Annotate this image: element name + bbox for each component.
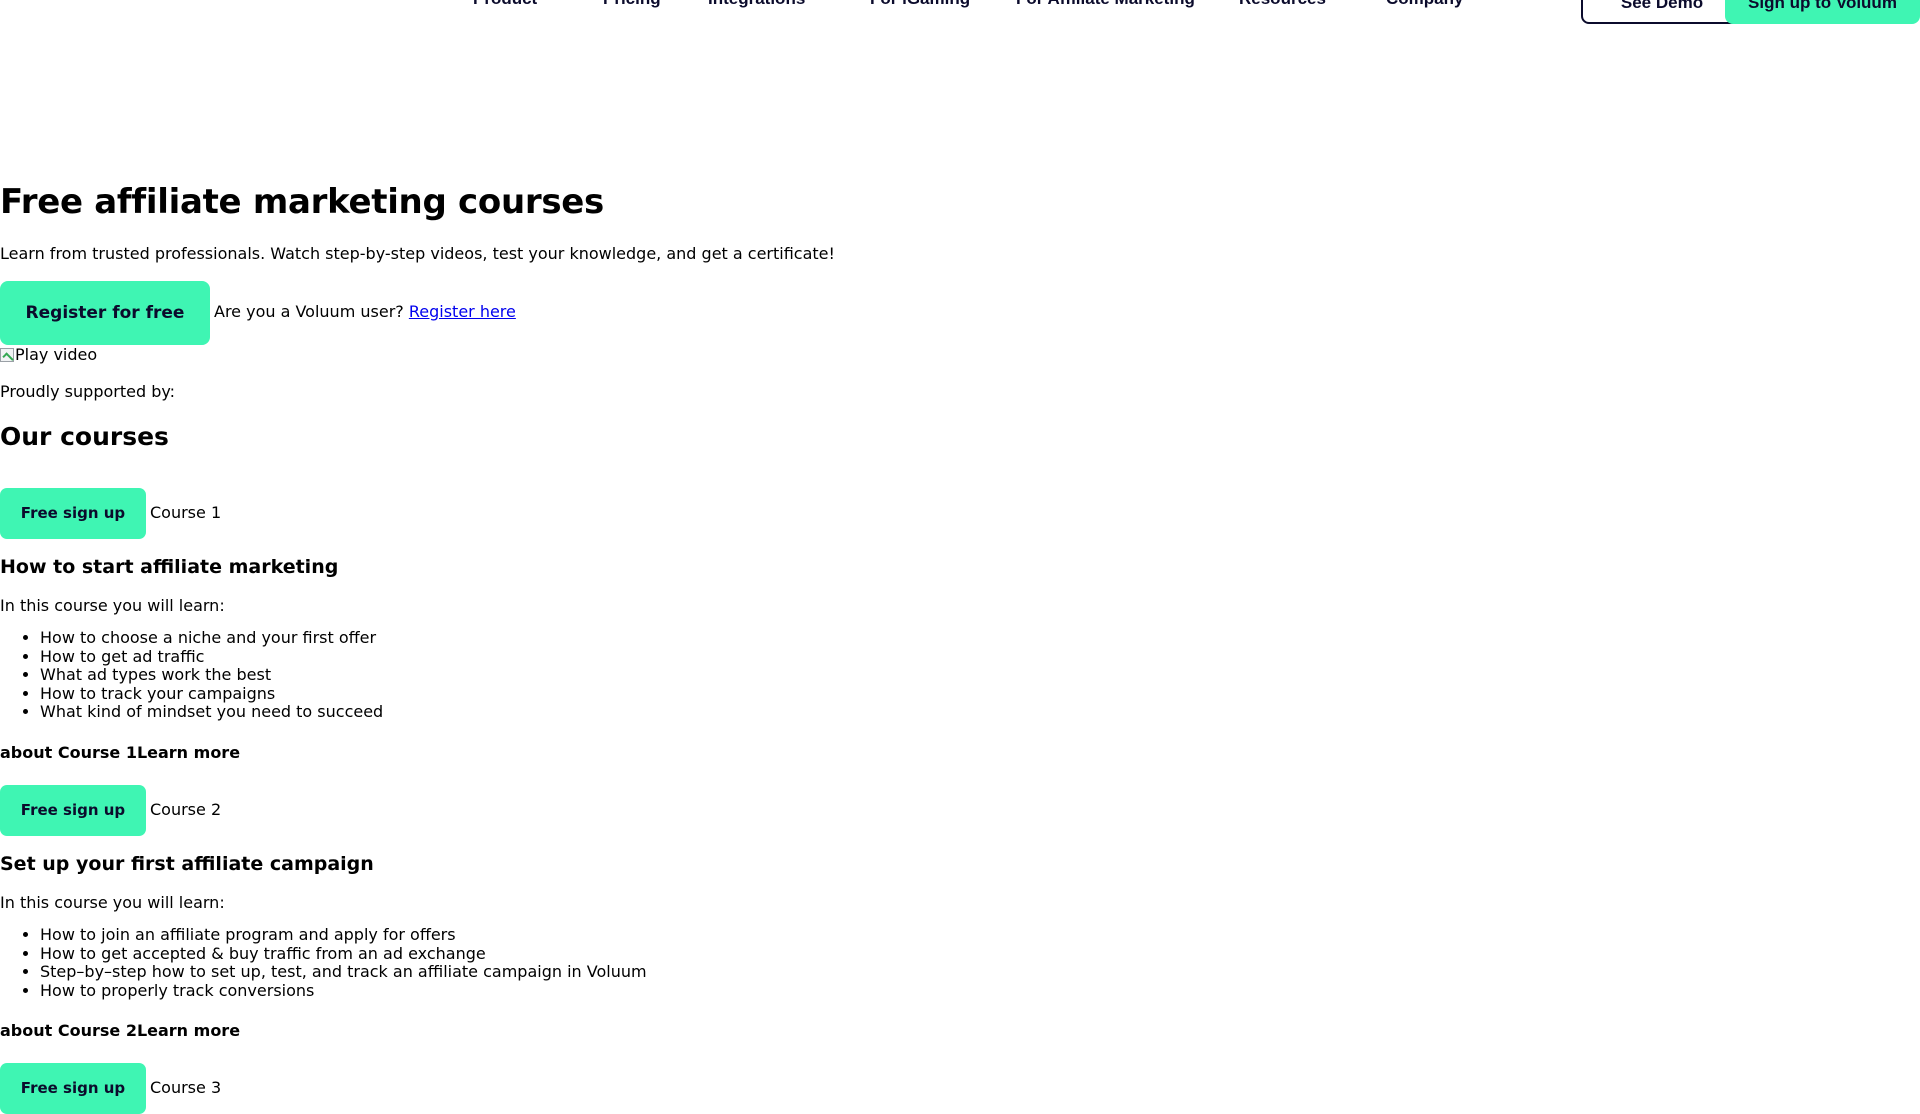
top-nav: Product Pricing Integrations For iGaming… [0, 0, 1920, 40]
courses-heading: Our courses [0, 422, 169, 451]
course-number: Course 3 [150, 1078, 222, 1097]
list-item: What ad types work the best [40, 666, 383, 685]
nav-item-product[interactable]: Product [473, 0, 537, 10]
voluum-user-prompt: Are you a Voluum user? Register here [214, 301, 516, 323]
free-sign-up-button[interactable]: Free sign up [0, 488, 146, 539]
hero-lead: Learn from trusted professionals. Watch … [0, 244, 835, 263]
list-item: How to join an affiliate program and app… [40, 925, 647, 945]
play-video-alt-text: Play video [15, 345, 98, 364]
nav-item-company[interactable]: Company [1386, 0, 1463, 10]
course-number: Course 1 [150, 503, 222, 522]
play-video-image[interactable]: Play video [0, 344, 97, 366]
free-sign-up-button[interactable]: Free sign up [0, 785, 146, 836]
list-item: How to track your campaigns [40, 684, 383, 704]
list-item: What kind of mindset you need to succeed [40, 703, 383, 722]
register-for-free-button[interactable]: Register for free [0, 281, 210, 345]
voluum-user-text: Are you a Voluum user? [214, 302, 404, 321]
nav-item-pricing[interactable]: Pricing [603, 0, 661, 10]
nav-item-igaming[interactable]: For iGaming [870, 0, 970, 10]
course-title: Set up your first affiliate campaign [0, 853, 374, 875]
course-number: Course 2 [150, 800, 222, 819]
see-demo-button[interactable]: See Demo [1581, 0, 1743, 24]
nav-item-integrations[interactable]: Integrations [708, 0, 805, 10]
free-sign-up-button[interactable]: Free sign up [0, 1063, 146, 1114]
list-item: How to properly track conversions [40, 981, 647, 1001]
sign-up-voluum-button[interactable]: Sign up to Voluum [1725, 0, 1920, 24]
course-title: How to start affiliate marketing [0, 556, 339, 578]
list-item: How to choose a niche and your first off… [40, 628, 383, 648]
course-intro: In this course you will learn: [0, 893, 225, 912]
nav-item-resources[interactable]: Resources [1239, 0, 1326, 10]
register-here-link[interactable]: Register here [409, 302, 516, 321]
page-title: Free affiliate marketing courses [0, 182, 604, 222]
list-item: How to get ad traffic [40, 647, 383, 667]
learn-more-link[interactable]: about Course 1Learn more [0, 742, 240, 764]
course-topics-list: How to choose a niche and your first off… [0, 628, 383, 722]
learn-more-link[interactable]: about Course 2Learn more [0, 1020, 240, 1042]
course-topics-list: How to join an affiliate program and app… [0, 925, 647, 1001]
course-intro: In this course you will learn: [0, 596, 225, 615]
broken-image-icon [0, 348, 14, 362]
supported-by-label: Proudly supported by: [0, 382, 176, 401]
nav-item-affiliate-marketing[interactable]: For Affiliate Marketing [1016, 0, 1195, 10]
list-item: Step–by–step how to set up, test, and tr… [40, 963, 647, 982]
list-item: How to get accepted & buy traffic from a… [40, 944, 647, 964]
